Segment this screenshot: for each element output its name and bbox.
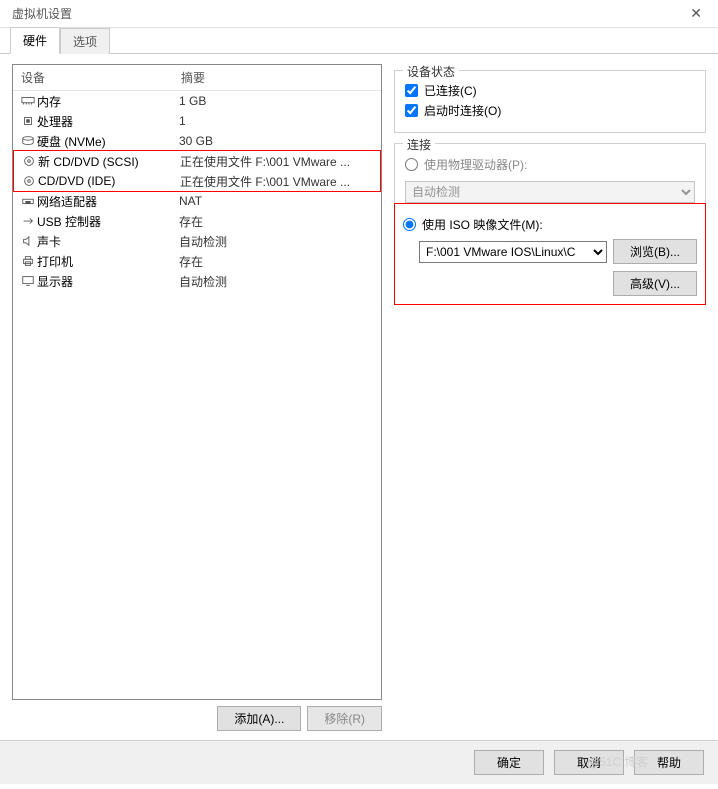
sound-icon — [19, 235, 37, 247]
device-row-usb[interactable]: USB 控制器 存在 — [13, 211, 381, 231]
device-label: 网络适配器 — [37, 193, 179, 210]
remove-button[interactable]: 移除(R) — [307, 706, 382, 731]
memory-icon — [19, 95, 37, 107]
iso-path-select[interactable]: F:\001 VMware IOS\Linux\C — [419, 241, 607, 263]
connection-group-top: 连接 使用物理驱动器(P): 自动检测 — [394, 143, 706, 203]
connected-label: 已连接(C) — [424, 82, 477, 99]
header-device: 设备 — [21, 69, 181, 86]
device-label: 打印机 — [37, 253, 179, 270]
device-row-display[interactable]: 显示器 自动检测 — [13, 271, 381, 291]
ok-button[interactable]: 确定 — [474, 750, 544, 775]
add-button[interactable]: 添加(A)... — [217, 706, 301, 731]
device-label: CD/DVD (IDE) — [38, 174, 180, 188]
connect-poweron-checkbox[interactable] — [405, 104, 418, 117]
device-summary: 自动检测 — [179, 233, 375, 250]
tab-options[interactable]: 选项 — [60, 28, 110, 54]
device-label: 新 CD/DVD (SCSI) — [38, 153, 180, 170]
physical-drive-select[interactable]: 自动检测 — [405, 181, 695, 203]
device-summary: 存在 — [179, 213, 375, 230]
device-label: 处理器 — [37, 113, 179, 130]
use-iso-radio[interactable] — [403, 218, 416, 231]
connected-checkbox[interactable] — [405, 84, 418, 97]
disc-icon — [20, 155, 38, 167]
footer: 确定 取消 @51C 博客 帮助 — [0, 740, 718, 784]
window-title: 虚拟机设置 — [12, 5, 72, 22]
disc-icon — [20, 175, 38, 187]
device-summary: 30 GB — [179, 134, 375, 148]
printer-icon — [19, 255, 37, 267]
device-list-header: 设备 摘要 — [13, 65, 381, 91]
browse-button[interactable]: 浏览(B)... — [613, 239, 697, 264]
use-iso-label: 使用 ISO 映像文件(M): — [422, 216, 543, 233]
device-summary: 1 GB — [179, 94, 375, 108]
device-summary: 自动检测 — [179, 273, 375, 290]
device-row-cpu[interactable]: 处理器 1 — [13, 111, 381, 131]
advanced-button[interactable]: 高级(V)... — [613, 271, 697, 296]
tab-hardware[interactable]: 硬件 — [10, 27, 60, 54]
device-row-printer[interactable]: 打印机 存在 — [13, 251, 381, 271]
tab-strip: 硬件 选项 — [0, 28, 718, 54]
device-list: 设备 摘要 内存 1 GB 处理器 1 硬盘 (NVMe) 30 GB — [12, 64, 382, 700]
display-icon — [19, 275, 37, 287]
device-state-group: 设备状态 已连接(C) 启动时连接(O) — [394, 70, 706, 133]
help-button[interactable]: @51C 博客 帮助 — [634, 750, 704, 775]
device-row-memory[interactable]: 内存 1 GB — [13, 91, 381, 111]
device-label: 内存 — [37, 93, 179, 110]
titlebar: 虚拟机设置 ✕ — [0, 0, 718, 28]
use-physical-label: 使用物理驱动器(P): — [424, 156, 527, 173]
device-label: 显示器 — [37, 273, 179, 290]
connection-legend: 连接 — [403, 136, 435, 153]
connect-poweron-label: 启动时连接(O) — [424, 102, 501, 119]
device-summary: 正在使用文件 F:\001 VMware ... — [180, 173, 374, 190]
cpu-icon — [19, 115, 37, 127]
left-buttons: 添加(A)... 移除(R) — [12, 706, 382, 731]
use-physical-radio[interactable] — [405, 158, 418, 171]
device-summary: 存在 — [179, 253, 375, 270]
highlight-box-2: 使用 ISO 映像文件(M): F:\001 VMware IOS\Linux\… — [394, 203, 706, 305]
device-row-disk[interactable]: 硬盘 (NVMe) 30 GB — [13, 131, 381, 151]
device-label: USB 控制器 — [37, 213, 179, 230]
device-row-cddvd-scsi[interactable]: 新 CD/DVD (SCSI) 正在使用文件 F:\001 VMware ... — [14, 151, 380, 171]
device-label: 声卡 — [37, 233, 179, 250]
left-panel: 设备 摘要 内存 1 GB 处理器 1 硬盘 (NVMe) 30 GB — [12, 64, 382, 740]
device-state-legend: 设备状态 — [403, 63, 459, 80]
device-summary: NAT — [179, 194, 375, 208]
device-row-network[interactable]: 网络适配器 NAT — [13, 191, 381, 211]
device-summary: 1 — [179, 114, 375, 128]
close-icon[interactable]: ✕ — [682, 5, 710, 22]
right-panel: 设备状态 已连接(C) 启动时连接(O) 连接 使用物理驱动器(P): 自动检测 — [394, 64, 706, 740]
cancel-button[interactable]: 取消 — [554, 750, 624, 775]
device-row-cddvd-ide[interactable]: CD/DVD (IDE) 正在使用文件 F:\001 VMware ... — [14, 171, 380, 191]
header-summary: 摘要 — [181, 69, 373, 86]
connection-group-wrap: 连接 使用物理驱动器(P): 自动检测 使用 ISO 映像文件(M): F:\0… — [394, 143, 706, 305]
device-label: 硬盘 (NVMe) — [37, 133, 179, 150]
device-summary: 正在使用文件 F:\001 VMware ... — [180, 153, 374, 170]
highlight-box-1: 新 CD/DVD (SCSI) 正在使用文件 F:\001 VMware ...… — [13, 150, 381, 192]
device-row-sound[interactable]: 声卡 自动检测 — [13, 231, 381, 251]
content-area: 设备 摘要 内存 1 GB 处理器 1 硬盘 (NVMe) 30 GB — [0, 54, 718, 740]
usb-icon — [19, 215, 37, 227]
disk-icon — [19, 135, 37, 147]
network-icon — [19, 195, 37, 207]
